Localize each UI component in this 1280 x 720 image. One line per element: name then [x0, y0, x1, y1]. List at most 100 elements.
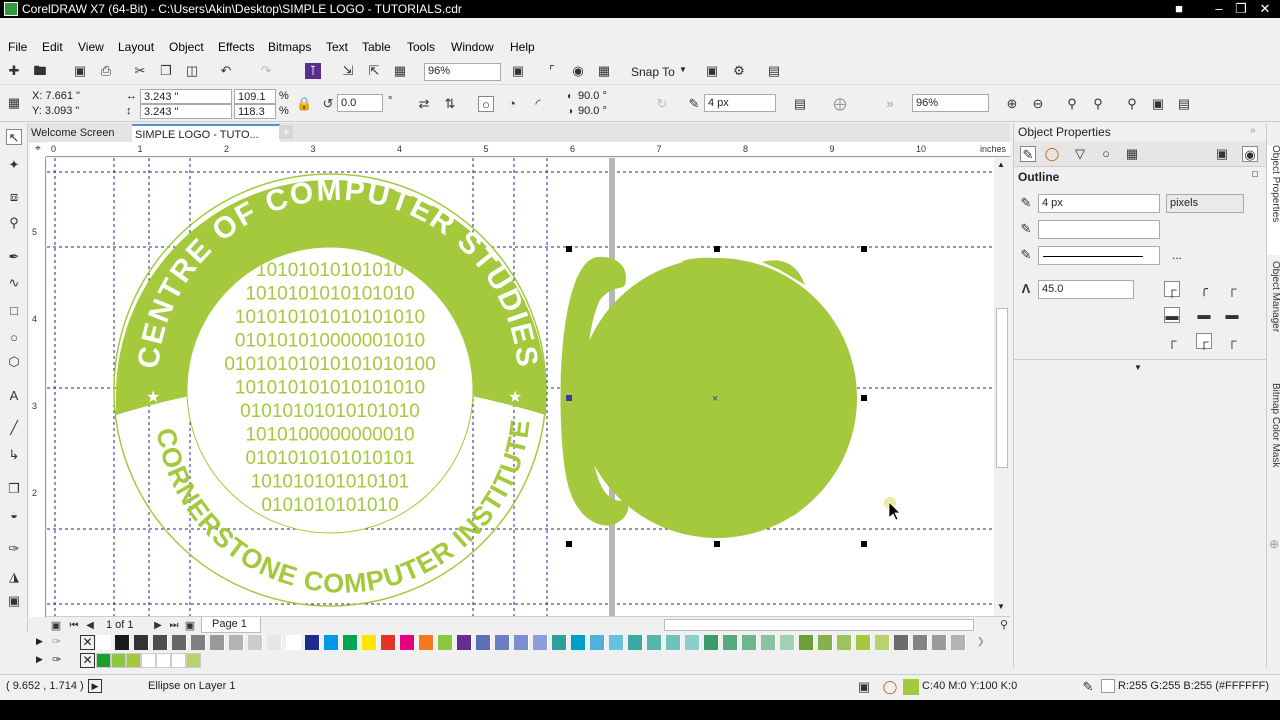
more-options-icon[interactable]: »: [882, 96, 898, 112]
object-height[interactable]: 3.243 ": [140, 104, 232, 119]
color-swatch[interactable]: [666, 635, 681, 650]
next-page-icon[interactable]: ▶: [150, 618, 166, 634]
menu-window[interactable]: Window: [451, 40, 494, 54]
position-inside-icon[interactable]: ┌: [1224, 333, 1240, 349]
color-swatch[interactable]: [286, 635, 301, 650]
scale-x[interactable]: 109.1: [234, 89, 276, 104]
document-color-swatch[interactable]: [186, 653, 201, 668]
zoom-width-icon[interactable]: ▣: [1150, 96, 1166, 112]
full-screen-icon[interactable]: ▣: [510, 63, 526, 79]
smart-fill-icon[interactable]: ▣: [6, 593, 22, 609]
color-swatch[interactable]: [723, 635, 738, 650]
color-swatch[interactable]: [590, 635, 605, 650]
scroll-up-icon[interactable]: ▲: [997, 160, 1005, 169]
text-tool-icon[interactable]: A: [6, 388, 22, 404]
line-style-select[interactable]: [1038, 246, 1160, 265]
pie-mode-icon[interactable]: ◔: [504, 96, 520, 112]
zoom-in-icon[interactable]: ⊕: [1004, 96, 1020, 112]
docker-units-select[interactable]: pixels: [1166, 194, 1244, 213]
summary-tab-icon[interactable]: ▦: [1124, 146, 1140, 162]
ellipse-tool-icon[interactable]: ○: [6, 330, 22, 346]
color-proof-icon[interactable]: ▣: [856, 679, 872, 695]
fill-tab-icon[interactable]: ◯: [1044, 146, 1060, 162]
color-swatch[interactable]: [248, 635, 263, 650]
color-swatch[interactable]: [96, 635, 111, 650]
color-swatch[interactable]: [324, 635, 339, 650]
color-swatch[interactable]: [381, 635, 396, 650]
change-direction-icon[interactable]: ↻: [654, 96, 670, 112]
ellipse-object[interactable]: [560, 256, 857, 538]
add-page-icon[interactable]: ▣: [48, 618, 64, 634]
preview-icon[interactable]: ◉: [570, 63, 586, 79]
print-icon[interactable]: ⎙: [98, 63, 114, 79]
document-color-swatch[interactable]: [141, 653, 156, 668]
color-swatch[interactable]: [932, 635, 947, 650]
menu-edit[interactable]: Edit: [42, 40, 63, 54]
outline-width-select[interactable]: 4 px: [704, 94, 776, 112]
color-swatch[interactable]: [153, 635, 168, 650]
color-swatch[interactable]: [419, 635, 434, 650]
frame-tab-icon[interactable]: ▣: [1214, 146, 1230, 162]
scroll-down-icon[interactable]: ▼: [997, 602, 1005, 611]
new-tab-icon[interactable]: +: [279, 125, 293, 139]
color-swatch[interactable]: [951, 635, 966, 650]
cap-square-icon[interactable]: ▬: [1224, 307, 1240, 323]
menu-file[interactable]: File: [8, 40, 27, 54]
start-angle[interactable]: 90.0 °: [578, 90, 607, 102]
mirror-horizontal-icon[interactable]: ⇄: [416, 96, 432, 112]
cap-round-icon[interactable]: ▬: [1196, 307, 1212, 323]
crop-tool-icon[interactable]: ⧈: [6, 189, 22, 205]
close-button[interactable]: ✕: [1254, 1, 1276, 17]
convert-to-curves-icon[interactable]: ⨁: [832, 96, 848, 112]
section-toggle[interactable]: [1252, 171, 1258, 177]
freehand-tool-icon[interactable]: ✒: [6, 249, 22, 265]
position-center-icon[interactable]: ┌: [1196, 333, 1212, 349]
rectangle-tool-icon[interactable]: □: [6, 303, 22, 319]
color-swatch[interactable]: [514, 635, 529, 650]
preview-tab-icon[interactable]: ◉: [1242, 146, 1258, 162]
transparency-tab-icon[interactable]: ▽: [1072, 146, 1088, 162]
side-tab-object-properties[interactable]: Object Properties: [1267, 145, 1280, 255]
document-color-swatch[interactable]: [171, 653, 186, 668]
color-swatch[interactable]: [913, 635, 928, 650]
line-style-more[interactable]: ...: [1172, 248, 1182, 262]
zoom-selected-icon[interactable]: ⚲: [1064, 96, 1080, 112]
scale-y[interactable]: 118.3: [234, 104, 276, 119]
snap-to-menu[interactable]: Snap To: [631, 65, 675, 79]
navigator-icon[interactable]: ⚲: [996, 617, 1012, 633]
color-swatch[interactable]: [780, 635, 795, 650]
color-swatch[interactable]: [647, 635, 662, 650]
menu-table[interactable]: Table: [362, 40, 391, 54]
color-swatch[interactable]: [704, 635, 719, 650]
corner-round-icon[interactable]: ╭: [1196, 281, 1212, 297]
color-swatch[interactable]: [552, 635, 567, 650]
polygon-tool-icon[interactable]: ⬡: [6, 354, 22, 370]
miter-limit[interactable]: 45.0: [1038, 280, 1134, 299]
position-outside-icon[interactable]: ┌: [1164, 333, 1180, 349]
document-color-swatch[interactable]: [126, 653, 141, 668]
color-swatch[interactable]: [362, 635, 377, 650]
color-swatch[interactable]: [343, 635, 358, 650]
palette-expand-icon[interactable]: ▶: [36, 636, 43, 647]
color-swatch[interactable]: [533, 635, 548, 650]
color-swatch[interactable]: [305, 635, 320, 650]
arc-mode-icon[interactable]: ◜: [530, 96, 546, 112]
zoom-out-icon[interactable]: ⊖: [1030, 96, 1046, 112]
docker-outline-width[interactable]: 4 px: [1038, 194, 1160, 213]
lock-ratio-icon[interactable]: 🔒: [296, 96, 312, 112]
save-icon[interactable]: ▣: [72, 63, 88, 79]
color-swatch[interactable]: [210, 635, 225, 650]
document-color-swatch[interactable]: [156, 653, 171, 668]
drop-shadow-icon[interactable]: ❐: [6, 481, 22, 497]
guidelines-icon[interactable]: ▦: [596, 63, 612, 79]
last-page-icon[interactable]: ⏭: [166, 618, 182, 634]
docker-expand-icon[interactable]: ▼: [1134, 363, 1142, 372]
tab-welcome-screen[interactable]: Welcome Screen: [28, 124, 128, 142]
color-swatch[interactable]: [856, 635, 871, 650]
color-swatch[interactable]: [400, 635, 415, 650]
add-docker-icon[interactable]: ⊕: [1269, 537, 1279, 551]
color-swatch[interactable]: [115, 635, 130, 650]
end-angle[interactable]: 90.0 °: [578, 105, 607, 117]
welcome-icon[interactable]: ▣: [704, 63, 720, 79]
horizontal-scroll-thumb[interactable]: [664, 619, 974, 631]
